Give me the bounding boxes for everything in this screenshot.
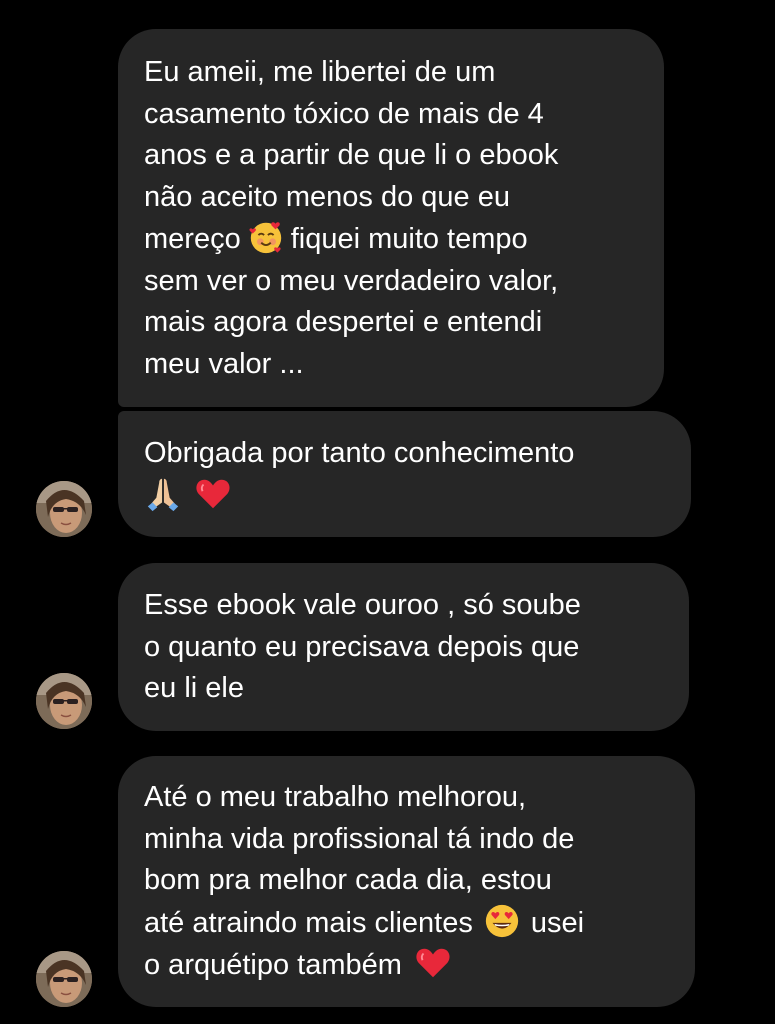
message-bubble[interactable]: Eu ameii, me libertei de um casamento tó… [118,29,664,407]
message-line: não aceito menos do que eu [144,180,510,213]
message-line: anos e a partir de que li o ebook [144,139,559,171]
message-line: mereço fiquei muito tempo [144,218,638,261]
message-line: Até o meu trabalho melhorou, [144,781,527,813]
message-line: sem ver o meu verdadeiro valor, [144,264,559,297]
message-line: o arquétipo também [144,944,669,987]
folded-hands-icon [144,475,182,513]
message-line: casamento tóxico de mais de 4 [144,97,544,130]
message-line [138,475,665,518]
message-line: Esse ebook vale ouroo , só soube [144,589,581,621]
message-line: o quanto eu precisava depois que [144,630,580,663]
avatar[interactable] [36,481,92,537]
avatar[interactable] [36,673,92,729]
avatar[interactable] [36,951,92,1007]
message-line: Eu ameii, me libertei de um [144,56,496,88]
red-heart-icon [414,944,452,982]
message-text: mereço [144,223,241,255]
message-line: minha vida profissional tá indo de [144,822,575,855]
message-text: até atraindo mais clientes [144,906,473,939]
red-heart-icon [194,475,232,513]
message-text: usei [530,906,585,939]
message-text: fiquei muito tempo [290,223,528,255]
message-line: Obrigada por tanto conhecimento [144,437,575,469]
message-line: bom pra melhor cada dia, estou [144,864,552,896]
message-line: até atraindo mais clientes usei [144,902,669,945]
smiling-face-with-heart-eyes-icon [483,902,521,940]
message-thread: Eu ameii, me libertei de um casamento tó… [0,0,775,1024]
message-line: eu li ele [144,672,244,704]
message-text: o arquétipo também [144,949,402,981]
message-line: mais agora despertei e entendi [144,306,543,338]
smiling-face-with-hearts-icon [247,218,285,256]
message-line: meu valor ... [144,347,304,380]
message-bubble[interactable]: Obrigada por tanto conhecimento [118,411,691,537]
message-bubble[interactable]: Esse ebook vale ouroo , só soube o quant… [118,563,689,731]
message-bubble[interactable]: Até o meu trabalho melhorou, minha vida … [118,756,695,1007]
